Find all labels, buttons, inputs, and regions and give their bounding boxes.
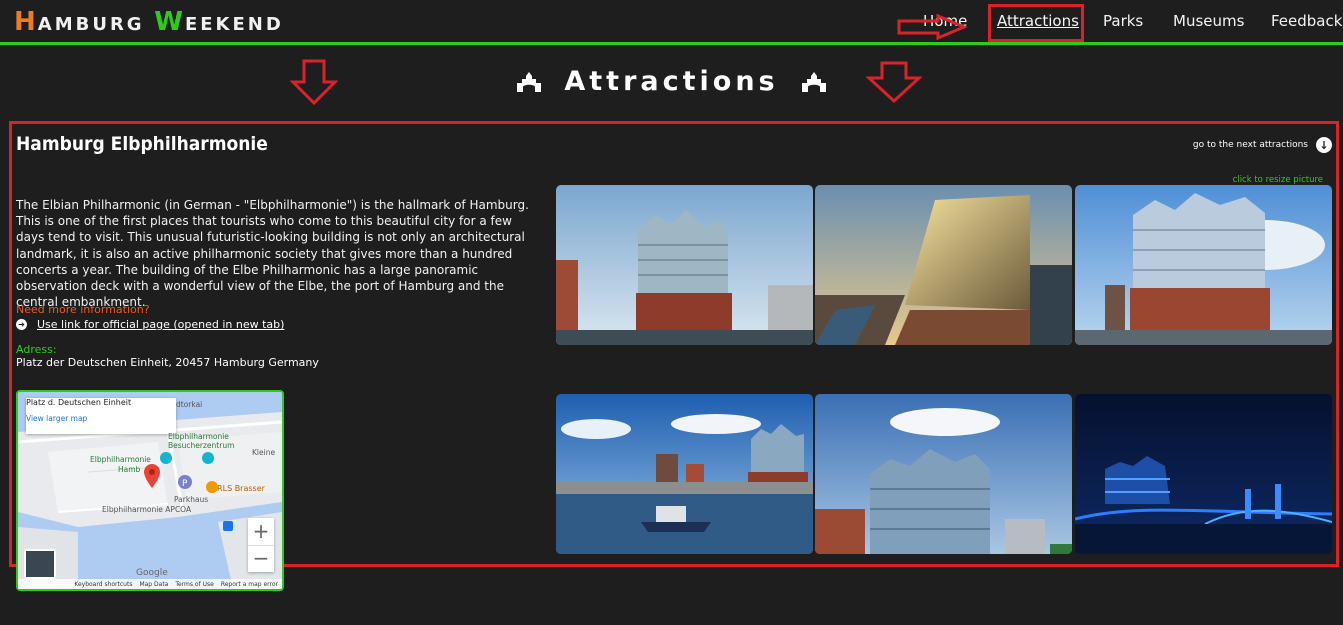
google-logo: Google [136, 568, 168, 578]
transit-icon [223, 521, 233, 531]
attraction-description: The Elbian Philharmonic (in German - "El… [16, 198, 529, 310]
resize-hint: click to resize picture [1232, 175, 1323, 185]
map-label: Besucherzentrum [168, 441, 235, 450]
zoom-out-icon[interactable]: − [248, 546, 274, 572]
parking-icon: P [178, 475, 192, 489]
gallery-photo[interactable] [815, 185, 1072, 345]
map-label: Kleine [252, 448, 276, 457]
nav-feedback[interactable]: Feedback [1271, 12, 1342, 30]
address-label: Adress: [16, 343, 57, 356]
gallery-photo[interactable] [815, 394, 1072, 554]
nav-parks[interactable]: Parks [1103, 12, 1143, 30]
need-info-label: Need more information? [16, 303, 150, 316]
map-card-title: Platz d. Deutschen Einheit [26, 398, 132, 407]
next-attraction-label: go to the next attractions [1192, 140, 1308, 150]
official-link-text[interactable]: Use link for official page (opened in ne… [37, 318, 284, 331]
attraction-title: Hamburg Elbphilharmonie [16, 133, 268, 155]
map-type-toggle[interactable] [24, 549, 56, 579]
building-icon [801, 72, 826, 92]
logo-initial-h: H [14, 7, 38, 37]
gallery-photo[interactable] [1075, 185, 1332, 345]
map-pin-icon[interactable] [144, 464, 160, 488]
logo-word-eekend: EEKEND [184, 14, 284, 35]
map-label: Elbphilharmonie APCOA [102, 505, 192, 514]
map-data-link[interactable]: Map Data [139, 581, 168, 588]
report-map-error-link[interactable]: Report a map error [221, 581, 278, 588]
official-page-link[interactable]: ➜ Use link for official page (opened in … [16, 318, 284, 331]
annotation-arrow-right-icon [897, 14, 968, 40]
header-divider [0, 42, 1343, 45]
arrow-right-circle-icon: ➜ [16, 319, 27, 330]
gallery-photo[interactable] [1075, 394, 1332, 554]
view-larger-map-link[interactable]: View larger map [26, 414, 87, 423]
logo-initial-w: W [154, 7, 185, 37]
map-label: Hamb [118, 465, 141, 474]
map-label: Elbphilharmonie [168, 432, 229, 441]
address-value: Platz der Deutschen Einheit, 20457 Hambu… [16, 356, 319, 369]
museum-icon [202, 452, 214, 464]
terms-link[interactable]: Terms of Use [175, 581, 213, 588]
zoom-in-icon[interactable]: + [248, 518, 274, 546]
restaurant-icon [206, 481, 218, 493]
map-footer: Keyboard shortcuts Map Data Terms of Use… [18, 579, 282, 589]
map-label: dtorkai [176, 400, 203, 409]
music-venue-icon [160, 452, 172, 464]
section-title-text: Attractions [564, 66, 779, 97]
svg-text:P: P [182, 479, 188, 489]
nav-museums[interactable]: Museums [1173, 12, 1244, 30]
gallery-photo[interactable] [556, 394, 813, 554]
map-zoom-control[interactable]: + − [248, 518, 274, 572]
next-attraction-button[interactable]: go to the next attractions ↓ [1193, 137, 1332, 153]
building-icon [517, 72, 542, 92]
section-heading: Attractions [0, 66, 1343, 97]
map-embed[interactable]: Platz d. Deutschen Einheit View larger m… [16, 390, 284, 591]
site-logo[interactable]: HAMBURG WEEKEND [14, 7, 284, 37]
map-label: Elbphilharmonie [90, 455, 151, 464]
logo-word-amburg: AMBURG [37, 14, 145, 35]
map-label: Parkhaus [174, 495, 209, 504]
arrow-down-circle-icon[interactable]: ↓ [1316, 137, 1332, 153]
annotation-highlight-nav [988, 4, 1084, 42]
gallery-photo[interactable] [556, 185, 813, 345]
keyboard-shortcuts-link[interactable]: Keyboard shortcuts [74, 581, 132, 588]
